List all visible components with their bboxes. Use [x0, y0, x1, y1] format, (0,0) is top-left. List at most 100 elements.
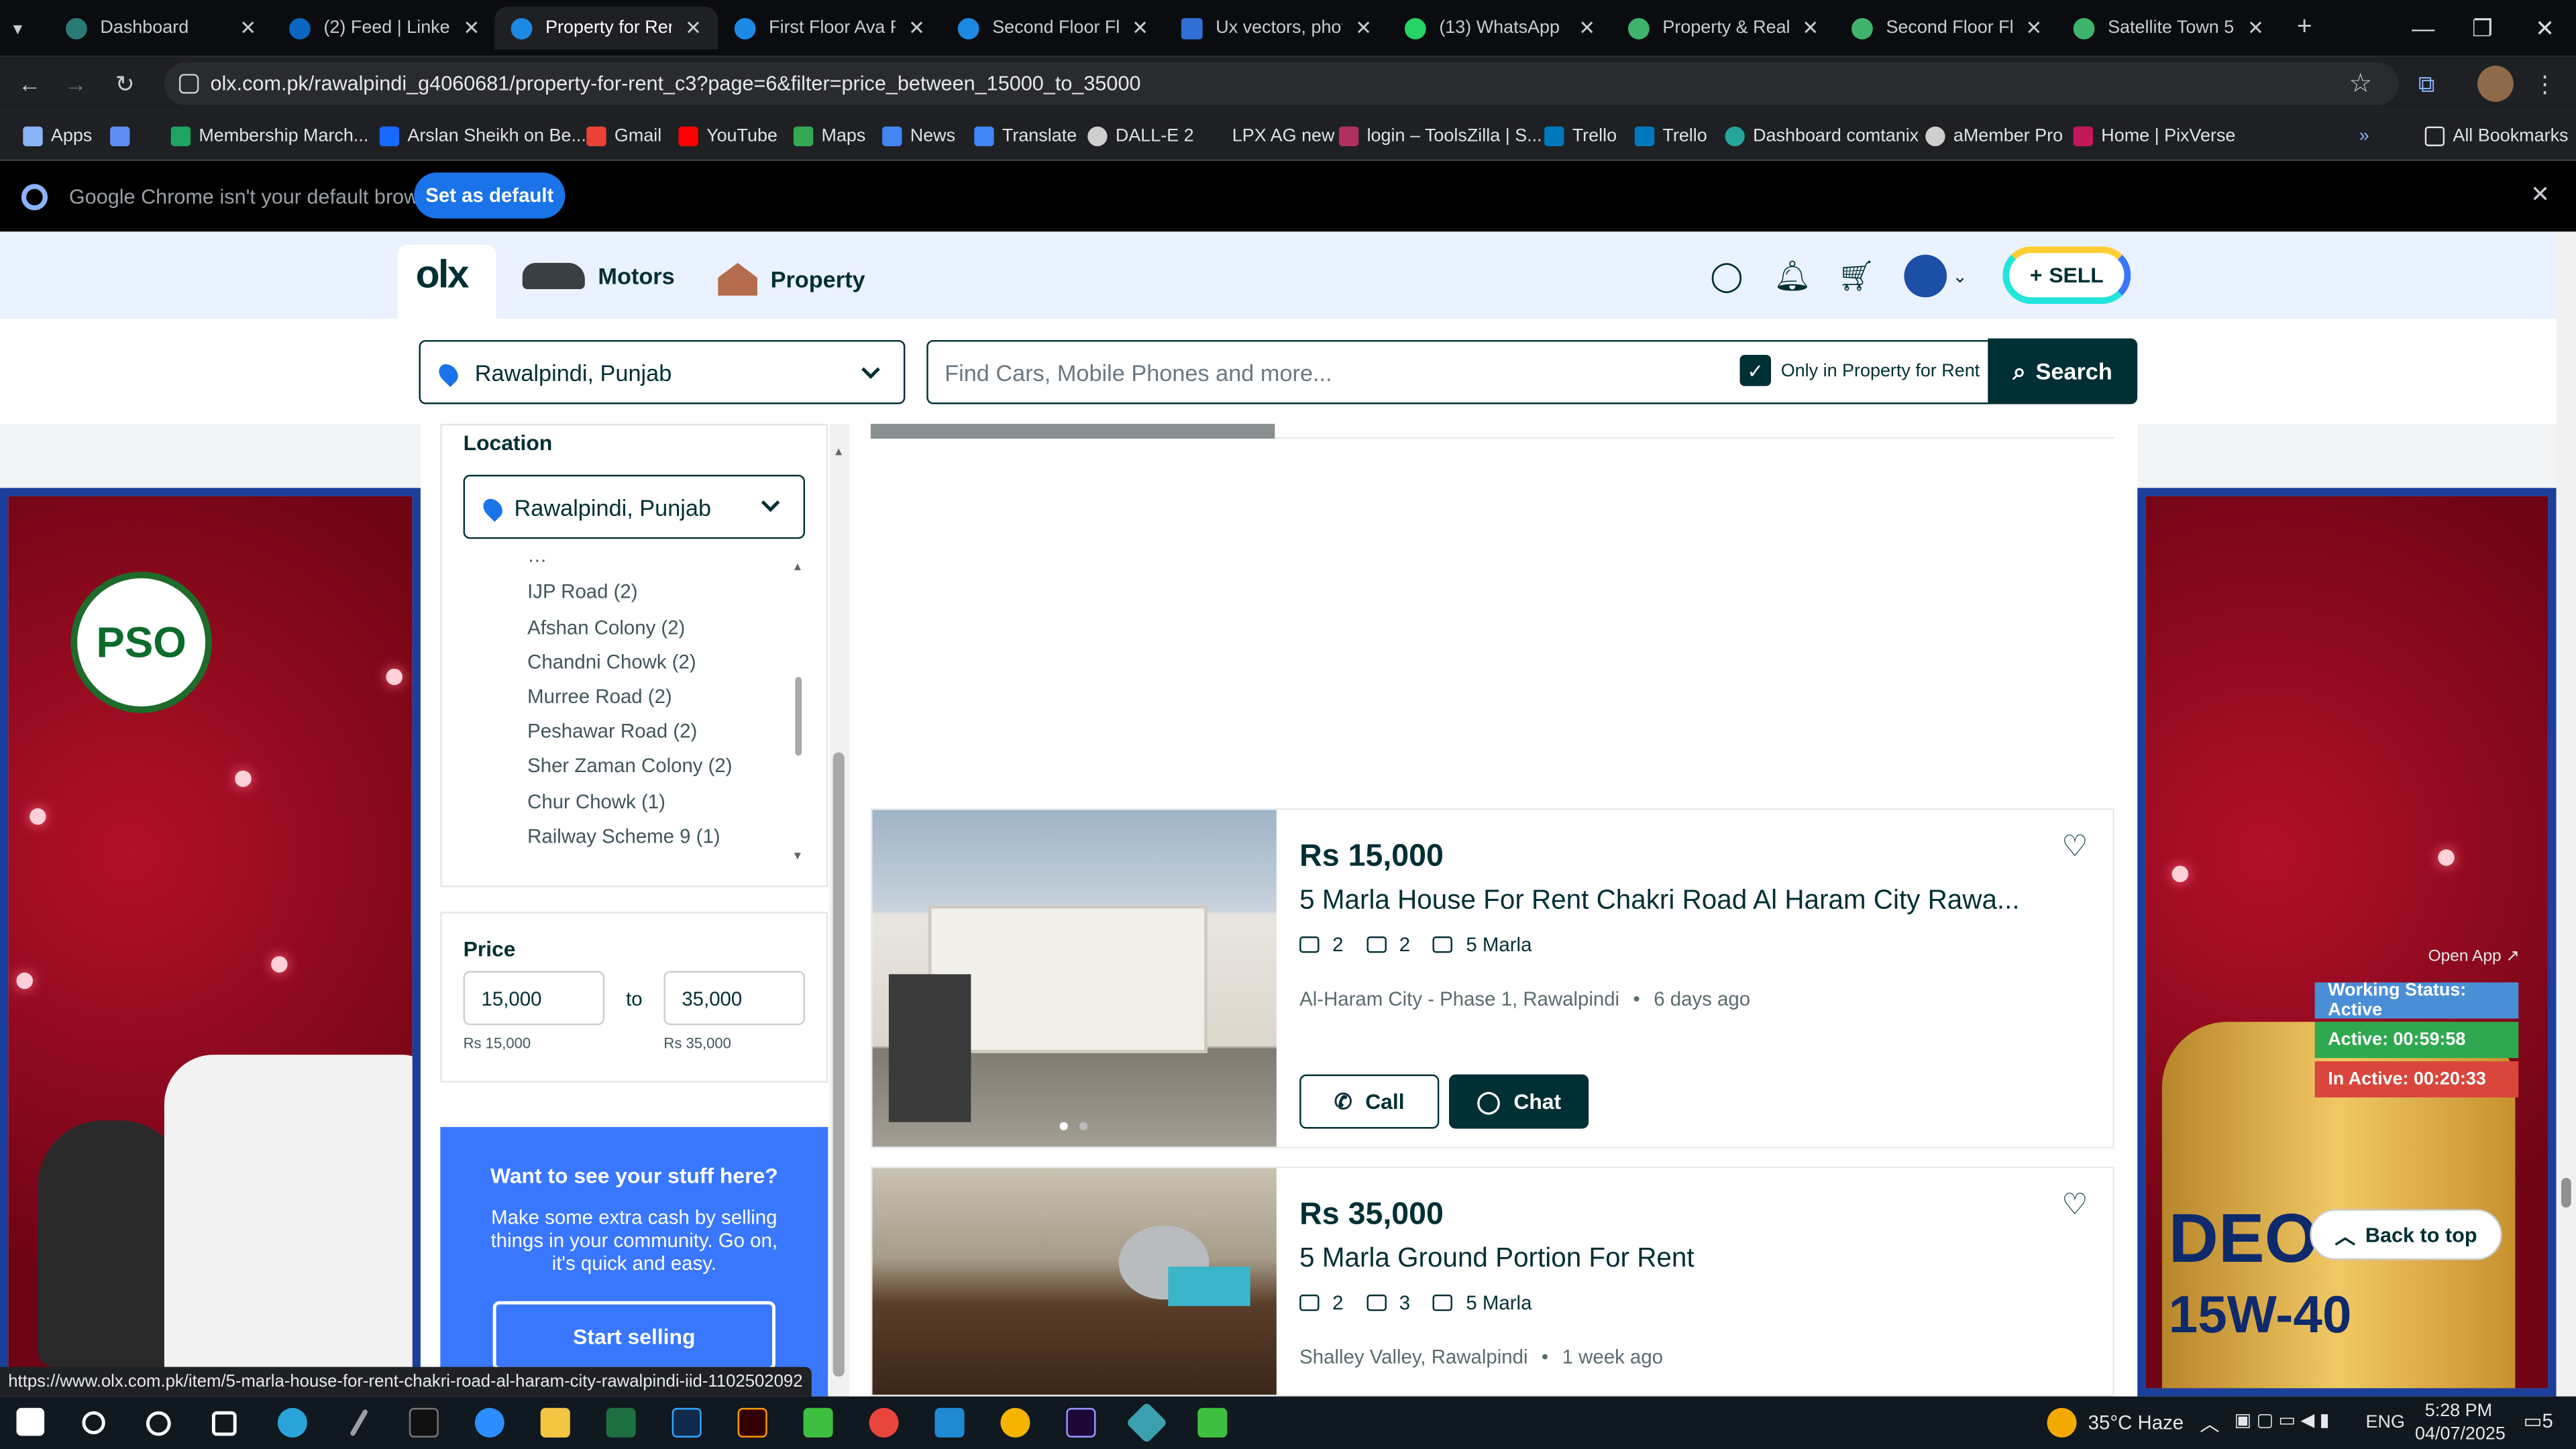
location-option[interactable]: IJP Road (2) [527, 580, 637, 602]
app-icon[interactable] [1197, 1407, 1228, 1438]
sell-button[interactable]: + SELL [2002, 246, 2131, 305]
tab-first-floor[interactable]: First Floor Ava For ✕ [718, 7, 941, 50]
all-bookmarks[interactable]: All Bookmarks [2424, 121, 2569, 151]
photoshop-icon[interactable] [672, 1407, 702, 1438]
weather-icon[interactable] [2047, 1407, 2077, 1438]
close-icon[interactable]: ✕ [1802, 16, 1819, 39]
chevron-up-icon[interactable]: ︿ [2200, 1409, 2219, 1438]
location-option[interactable]: Peshawar Road (2) [527, 720, 697, 743]
pen-icon[interactable] [349, 1408, 369, 1437]
tab-property-for-rent[interactable]: Property for Rent ✕ [494, 6, 718, 50]
file-explorer-icon[interactable] [540, 1407, 570, 1438]
scroll-up-arrow-icon[interactable]: ▲ [833, 447, 845, 458]
listing-title[interactable]: 5 Marla House For Rent Chakri Road Al Ha… [1299, 885, 2019, 917]
nav-motors[interactable]: Motors [522, 262, 675, 290]
clock-date[interactable]: 04/07/2025 [2415, 1424, 2506, 1444]
heart-icon[interactable]: ♡ [2061, 1188, 2088, 1222]
premiere-icon[interactable] [1066, 1407, 1096, 1438]
bookmark-dalle[interactable]: DALL-E 2 [1087, 121, 1194, 151]
back-arrow-icon[interactable]: ← [11, 66, 48, 102]
close-icon[interactable]: ✕ [908, 16, 925, 39]
vscode-icon[interactable] [934, 1407, 965, 1438]
forward-arrow-icon[interactable]: → [58, 66, 94, 102]
cortana-icon[interactable] [146, 1411, 171, 1436]
location-select[interactable]: Rawalpindi, Punjab [419, 339, 906, 405]
bookmark-youtube[interactable]: YouTube [678, 121, 777, 151]
listing-photo[interactable] [872, 1168, 1277, 1395]
tab-search-button[interactable]: ▾ [0, 7, 26, 50]
bookmark-pixverse[interactable]: Home | PixVerse [2073, 121, 2235, 151]
tab-ux-vectors[interactable]: Ux vectors, photo ✕ [1165, 7, 1388, 50]
language-indicator[interactable]: ENG [2366, 1413, 2405, 1432]
close-icon[interactable]: ✕ [239, 16, 256, 39]
location-option[interactable]: Chur Chowk (1) [527, 790, 665, 813]
close-icon[interactable]: ✕ [1578, 16, 1595, 39]
close-icon[interactable]: ✕ [685, 16, 702, 39]
location-option[interactable]: Murree Road (2) [527, 685, 672, 708]
tab-property-real-estate[interactable]: Property & Real E ✕ [1611, 7, 1835, 50]
cart-icon[interactable]: 🛒︎ [1837, 258, 1875, 294]
close-icon[interactable]: ✕ [2247, 16, 2264, 39]
tab-whatsapp[interactable]: (13) WhatsApp ✕ [1388, 7, 1611, 50]
page-scrollbar-thumb[interactable] [2561, 1177, 2571, 1208]
app-icon[interactable] [1126, 1401, 1168, 1444]
nav-property[interactable]: Property [718, 262, 865, 296]
illustrator-icon[interactable] [737, 1407, 767, 1438]
carousel-dot[interactable] [1079, 1122, 1088, 1130]
bookmark-apps[interactable]: Apps [23, 121, 92, 151]
app-icon[interactable] [803, 1407, 833, 1438]
address-bar[interactable]: olx.com.pk/rawalpindi_g4060681/property-… [164, 62, 2399, 105]
zoom-icon[interactable] [474, 1407, 504, 1438]
bookmark-gmail[interactable]: Gmail [586, 121, 661, 151]
bookmark-maps[interactable]: Maps [793, 121, 865, 151]
price-min-input[interactable]: 15,000 [463, 971, 605, 1026]
previous-listing-image[interactable] [870, 423, 1275, 439]
filter-location-select[interactable]: Rawalpindi, Punjab [463, 474, 806, 539]
window-close-button[interactable]: ✕ [2507, 0, 2576, 56]
listing-card[interactable]: Rs 15,000 5 Marla House For Rent Chakri … [870, 808, 2114, 1148]
search-icon[interactable] [82, 1411, 105, 1434]
chrome-active-icon[interactable] [1000, 1407, 1030, 1438]
olx-logo[interactable]: olx [416, 253, 470, 299]
scroll-up-arrow-icon[interactable]: ▲ [792, 562, 803, 574]
menu-kebab-icon[interactable]: ⋮ [2527, 66, 2563, 102]
chevron-down-icon[interactable]: ⌄ [1942, 258, 1978, 294]
excel-icon[interactable] [606, 1407, 636, 1438]
close-icon[interactable]: ✕ [463, 16, 480, 39]
bookmark-news[interactable]: News [882, 121, 955, 151]
heart-icon[interactable]: ♡ [2061, 830, 2088, 864]
bookmark-trello-1[interactable]: Trello [1544, 121, 1617, 151]
new-tab-button[interactable]: + [2280, 7, 2320, 50]
site-info-icon[interactable] [178, 74, 199, 94]
chat-button[interactable]: ◯ Chat [1449, 1074, 1589, 1129]
tab-second-floor-flat[interactable]: Second Floor Flat ✕ [1835, 7, 2059, 50]
close-icon[interactable]: ✕ [1132, 16, 1148, 39]
tab-linkedin[interactable]: (2) Feed | LinkedIn ✕ [273, 7, 496, 50]
location-option[interactable]: Afshan Colony (2) [527, 616, 685, 639]
tray-icons[interactable]: ▣ ▢ ▭ ◀ ▮ [2235, 1409, 2330, 1431]
carousel-dot[interactable] [1059, 1122, 1068, 1130]
page-scrollbar[interactable] [2556, 231, 2576, 1397]
close-icon[interactable]: ✕ [2025, 16, 2042, 39]
extensions-icon[interactable]: ⧉ [2408, 66, 2445, 102]
listing-photo[interactable] [872, 810, 1277, 1147]
call-button[interactable]: ✆ Call [1299, 1074, 1440, 1129]
scroll-down-arrow-icon[interactable]: ▼ [792, 851, 803, 863]
reload-icon[interactable]: ↻ [107, 66, 143, 102]
chat-icon[interactable]: ◯ [1709, 258, 1745, 294]
clock-time[interactable]: 5:28 PM [2425, 1401, 2492, 1421]
location-list-scrollbar[interactable] [795, 676, 802, 756]
only-in-category-checkbox[interactable]: ✓ [1739, 354, 1772, 386]
bookmark-membership[interactable]: Membership March... [170, 121, 368, 151]
set-default-button[interactable]: Set as default [414, 172, 566, 219]
open-app-link[interactable]: Open App ↗ [2428, 948, 2520, 966]
bookmark-lpx[interactable]: LPX AG new [1204, 121, 1335, 151]
back-to-top-button[interactable]: ︿ Back to top [2310, 1209, 2502, 1260]
chrome-icon[interactable] [869, 1407, 899, 1438]
bookmark-trello-2[interactable]: Trello [1634, 121, 1707, 151]
user-avatar[interactable] [1904, 254, 1947, 298]
tab-second-floor[interactable]: Second Floor Flat ✕ [941, 7, 1165, 50]
start-selling-button[interactable]: Start selling [492, 1301, 775, 1371]
price-max-input[interactable]: 35,000 [663, 971, 806, 1026]
bookmark-translate[interactable]: Translate [974, 121, 1077, 151]
